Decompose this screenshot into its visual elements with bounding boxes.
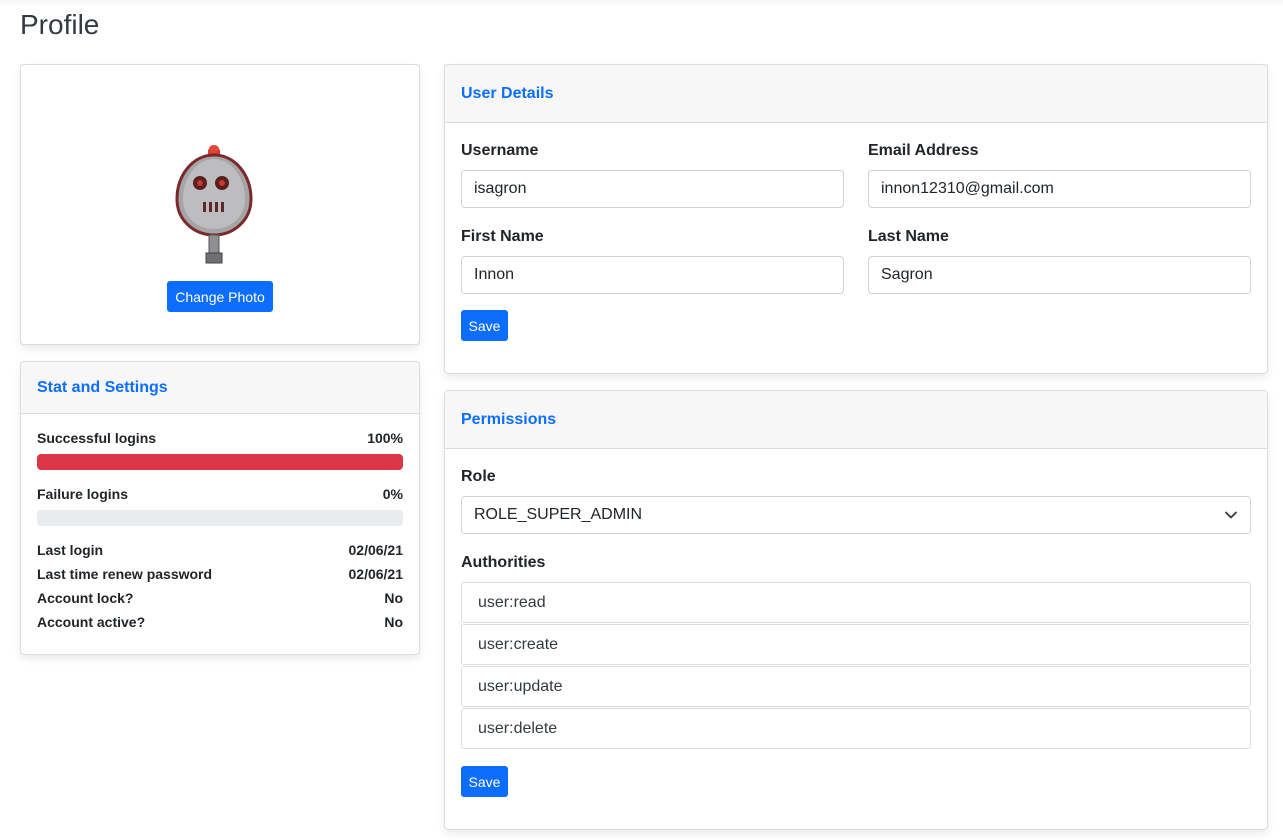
- role-select-value: ROLE_SUPER_ADMIN: [474, 506, 643, 523]
- save-permissions-button[interactable]: Save: [461, 766, 508, 797]
- last-name-input[interactable]: [868, 256, 1251, 294]
- stat-label: Last login: [37, 542, 104, 558]
- stat-label: Last time renew password: [37, 566, 213, 582]
- role-select[interactable]: ROLE_SUPER_ADMIN: [461, 496, 1251, 534]
- permissions-header: Permissions: [445, 391, 1267, 449]
- username-input[interactable]: [461, 170, 844, 208]
- page-title: Profile: [20, 9, 100, 40]
- stats-card-header: Stat and Settings: [21, 362, 419, 414]
- stat-row-account-active: Account active? No: [37, 613, 403, 631]
- stat-value: 02/06/21: [348, 542, 404, 558]
- stat-value: No: [384, 614, 403, 630]
- username-label: Username: [461, 142, 539, 159]
- authority-item: user:create: [461, 624, 1251, 665]
- failure-logins-bar: [37, 510, 403, 526]
- role-label: Role: [461, 468, 496, 485]
- save-user-details-button[interactable]: Save: [461, 310, 508, 341]
- robot-avatar-icon: [175, 141, 259, 267]
- user-details-header: User Details: [445, 65, 1267, 123]
- first-name-input[interactable]: [461, 256, 844, 294]
- authority-item: user:delete: [461, 708, 1251, 749]
- failure-logins-value: 0%: [382, 486, 403, 502]
- first-name-label: First Name: [461, 228, 544, 245]
- permissions-header-title: Permissions: [461, 411, 557, 428]
- stats-card: Stat and Settings Successful logins 100%…: [20, 361, 420, 655]
- stat-row-last-login: Last login 02/06/21: [37, 541, 403, 559]
- failure-logins-row: Failure logins 0%: [37, 485, 403, 503]
- robot-avatar-svg: [175, 145, 253, 264]
- stat-label: Account active?: [37, 614, 146, 630]
- successful-logins-bar-fill: [37, 454, 403, 470]
- successful-logins-label: Successful logins: [37, 430, 157, 446]
- authority-item: user:read: [461, 582, 1251, 623]
- stats-header-title: Stat and Settings: [37, 379, 168, 396]
- chevron-down-icon: [1224, 508, 1238, 522]
- authority-item: user:update: [461, 666, 1251, 707]
- failure-logins-label: Failure logins: [37, 486, 129, 502]
- stat-value: 02/06/21: [348, 566, 404, 582]
- top-bar: [0, 0, 1283, 6]
- email-input[interactable]: [868, 170, 1251, 208]
- successful-logins-row: Successful logins 100%: [37, 429, 403, 447]
- stat-label: Account lock?: [37, 590, 134, 606]
- email-label: Email Address: [868, 142, 979, 159]
- photo-card: Change Photo: [20, 64, 420, 345]
- stat-row-last-renew-password: Last time renew password 02/06/21: [37, 565, 403, 583]
- stat-row-account-lock: Account lock? No: [37, 589, 403, 607]
- change-photo-button[interactable]: Change Photo: [167, 281, 273, 312]
- stat-value: No: [384, 590, 403, 606]
- authorities-label: Authorities: [461, 554, 546, 571]
- last-name-label: Last Name: [868, 228, 949, 245]
- user-details-card: User Details Username Email Address Firs…: [444, 64, 1268, 374]
- permissions-card: Permissions Role ROLE_SUPER_ADMIN Author…: [444, 390, 1268, 830]
- successful-logins-bar: [37, 454, 403, 470]
- user-details-header-title: User Details: [461, 85, 554, 102]
- successful-logins-value: 100%: [367, 430, 403, 446]
